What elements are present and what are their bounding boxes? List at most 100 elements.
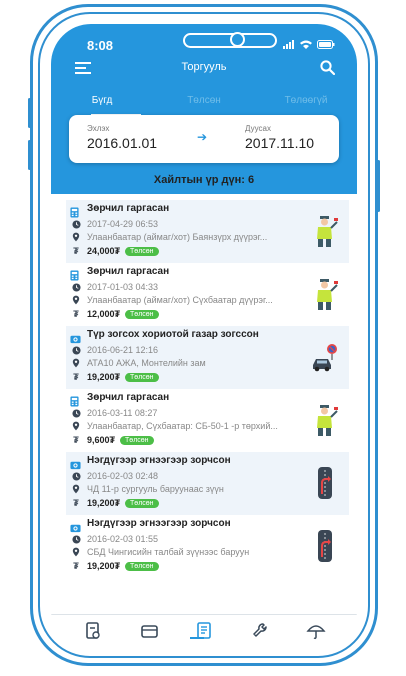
camera-icon (70, 331, 81, 344)
camera-icon (70, 520, 81, 533)
location-pin-icon (70, 547, 82, 557)
fine-datetime: 2016-02-03 02:48 (87, 471, 159, 481)
fines-list: Зөрчил гаргасан 2017-04-29 06:53 Улаанбаат… (66, 200, 349, 578)
tab-unpaid[interactable]: Төлөөгүй (255, 92, 357, 114)
end-date-label: Дуусах (245, 124, 271, 133)
wrench-icon[interactable] (248, 621, 272, 641)
fine-amount-row: ₮ 19,200₮ Төлсөн (70, 498, 159, 508)
fine-amount: 19,200₮ (87, 372, 121, 382)
fine-datetime: 2017-01-03 04:33 (87, 282, 159, 292)
clock-icon (70, 219, 82, 229)
fine-location: АТА10 АЖА, Монтелийн зам (87, 358, 206, 368)
fine-list-item[interactable]: Нэгдүгээр эгнээгээр зорчсон 2016-02-03 02… (66, 452, 349, 515)
clock-icon (70, 408, 82, 418)
fine-datetime: 2016-06-21 12:16 (87, 345, 159, 355)
end-date-field[interactable]: 2017.11.10 (245, 135, 314, 151)
fine-datetime: 2017-04-29 06:53 (87, 219, 159, 229)
result-count: Хайлтын үр дүн: 6 (153, 174, 255, 186)
fine-datetime: 2016-02-03 01:55 (87, 534, 159, 544)
location-pin-icon (70, 358, 82, 368)
app-header: 8:08 Торгууль Бүгд Төлсөн Төлөөгүй Эхлэх… (51, 24, 357, 194)
location-pin-icon (70, 421, 82, 431)
fine-amount: 19,200₮ (87, 561, 121, 571)
fine-location: Улаанбаатар (аймаг/хот) Сүхбаатар дүүрэг… (87, 295, 273, 305)
fine-list-item[interactable]: Зөрчил гаргасан 2016-03-11 08:27 Улаанбаат… (66, 389, 349, 452)
fine-amount: 9,600₮ (87, 435, 116, 445)
calculator-icon (70, 205, 80, 218)
fine-location-row: СБД Чингисийн талбай зүүнээс баруун (70, 547, 249, 557)
fine-amount-row: ₮ 12,000₮ Төлсөн (70, 309, 159, 319)
status-badge: Төлсөн (125, 498, 159, 508)
fine-location-row: ЧД 11-р сургууль баруунаас зүүн (70, 484, 224, 494)
fine-location-row: АТА10 АЖА, Монтелийн зам (70, 358, 206, 368)
wallet-icon[interactable] (137, 621, 161, 641)
calculator-icon (70, 268, 80, 281)
umbrella-icon[interactable] (304, 621, 328, 641)
fine-location: СБД Чингисийн талбай зүүнээс баруун (87, 547, 250, 557)
fine-datetime-row: 2016-03-11 08:27 (70, 408, 157, 418)
status-badge: Төлсөн (120, 435, 154, 445)
status-badge: Төлсөн (125, 372, 159, 382)
fine-datetime-row: 2017-04-29 06:53 (70, 219, 158, 229)
fine-location: Улаанбаатар (аймаг/хот) Баянзүрх дүүрэг.… (87, 232, 268, 242)
wifi-icon (300, 40, 312, 49)
status-time: 8:08 (87, 38, 114, 53)
fine-amount: 12,000₮ (87, 309, 121, 319)
location-pin-icon (70, 295, 82, 305)
date-range-card: Эхлэх 2016.01.01 ➔ Дуусах 2017.11.10 (69, 115, 339, 163)
fine-title: Зөрчил гаргасан (87, 203, 170, 214)
search-icon[interactable] (320, 60, 335, 75)
tugrik-icon: ₮ (73, 498, 79, 508)
phone-side-button (28, 98, 31, 128)
location-pin-icon (70, 484, 82, 494)
camera-dot (230, 32, 245, 47)
fine-location: ЧД 11-р сургууль баруунаас зүүн (87, 484, 224, 494)
fine-datetime-row: 2016-06-21 12:16 (70, 345, 158, 355)
camera-icon (70, 457, 81, 470)
app-screen: 8:08 Торгууль Бүгд Төлсөн Төлөөгүй Эхлэх… (51, 24, 357, 650)
fine-title: Түр зогсох хориотой газар зогссон (87, 329, 259, 340)
lane-turn-icon (311, 466, 339, 500)
fine-location: Улаанбаатар, Сүхбаатар: СБ-50-1 -р төрхи… (87, 421, 278, 431)
fine-datetime-row: 2016-02-03 02:48 (70, 471, 158, 481)
traffic-police-icon (311, 277, 339, 311)
fine-list-item[interactable]: Зөрчил гаргасан 2017-04-29 06:53 Улаанбаат… (66, 200, 349, 263)
clock-icon (70, 282, 82, 292)
fine-datetime-row: 2016-02-03 01:55 (70, 534, 158, 544)
fine-title: Нэгдүгээр эгнээгээр зорчсон (87, 518, 231, 529)
fine-amount-row: ₮ 19,200₮ Төлсөн (70, 372, 159, 382)
fine-datetime-row: 2017-01-03 04:33 (70, 282, 158, 292)
fine-datetime: 2016-03-11 08:27 (87, 408, 158, 418)
fine-location-row: Улаанбаатар (аймаг/хот) Баянзүрх дүүрэг.… (70, 232, 267, 242)
phone-side-button (377, 160, 380, 212)
active-nav-indicator (190, 637, 204, 639)
calculator-icon (70, 394, 80, 407)
clock-icon (70, 471, 82, 481)
traffic-police-icon (311, 403, 339, 437)
fine-location-row: Улаанбаатар, Сүхбаатар: СБ-50-1 -р төрхи… (70, 421, 278, 431)
fine-amount: 19,200₮ (87, 498, 121, 508)
clock-icon (70, 534, 82, 544)
tugrik-icon: ₮ (73, 435, 79, 445)
status-badge: Төлсөн (125, 309, 159, 319)
start-date-label: Эхлэх (87, 124, 110, 133)
battery-icon (317, 40, 335, 49)
fine-title: Нэгдүгээр эгнээгээр зорчсон (87, 455, 231, 466)
fine-title: Зөрчил гаргасан (87, 392, 170, 403)
clock-icon (70, 345, 82, 355)
fine-list-item[interactable]: Зөрчил гаргасан 2017-01-03 04:33 Улаанбаат… (66, 263, 349, 326)
tugrik-icon: ₮ (73, 309, 79, 319)
fine-list-item[interactable]: Түр зогсох хориотой газар зогссон 2016-06… (66, 326, 349, 389)
tugrik-icon: ₮ (73, 246, 79, 256)
tab-paid[interactable]: Төлсөн (153, 92, 255, 114)
fine-list-item[interactable]: Нэгдүгээр эгнээгээр зорчсон 2016-02-03 01… (66, 515, 349, 578)
fine-amount-row: ₮ 9,600₮ Төлсөн (70, 435, 154, 445)
lane-turn-icon (311, 529, 339, 563)
tab-all[interactable]: Бүгд (51, 92, 153, 114)
document-icon[interactable] (81, 621, 105, 641)
start-date-field[interactable]: 2016.01.01 (87, 135, 157, 151)
status-badge: Төлсөн (125, 561, 159, 571)
filter-tabs: Бүгд Төлсөн Төлөөгүй (51, 92, 357, 114)
tugrik-icon: ₮ (73, 561, 79, 571)
bottom-navigation (51, 614, 357, 650)
